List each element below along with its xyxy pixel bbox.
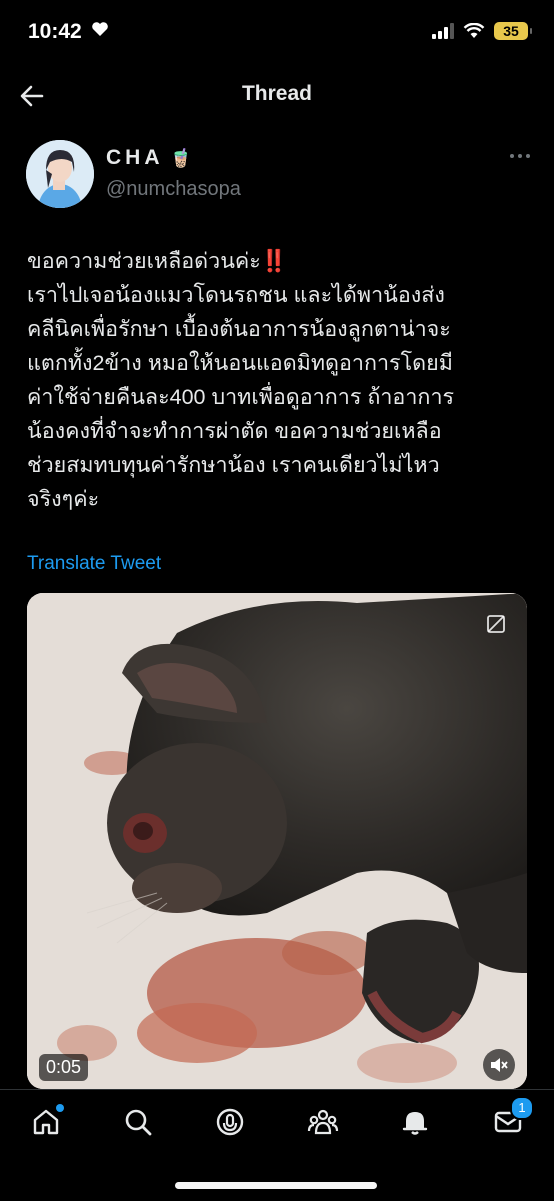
status-indicators: 35	[432, 22, 532, 40]
avatar[interactable]	[26, 140, 94, 208]
tweet-text-line: จริงๆค่ะ	[27, 487, 100, 511]
tweet-text-line: ช่วยสมทบทุนค่ารักษาน้อง เราคนเดียวไม่ไหว	[27, 453, 440, 477]
bell-icon	[402, 1112, 428, 1135]
battery-level: 35	[503, 23, 519, 39]
tweet-text-line: ค่าใช้จ่ายคืนละ400 บาทเพื่อดูอาการ ถ้าอา…	[27, 385, 455, 409]
home-notification-dot	[56, 1104, 64, 1112]
more-icon[interactable]	[510, 154, 530, 158]
mute-icon	[491, 1058, 508, 1072]
tweet-text-line: ขอความช่วยเหลือด่วนค่ะ‼️	[27, 249, 288, 273]
author-emoji: 🧋	[169, 147, 192, 168]
author-handle[interactable]: @numchasopa	[106, 178, 241, 201]
author-name[interactable]: CHA 🧋	[106, 146, 192, 170]
tab-notifications[interactable]	[399, 1106, 431, 1138]
tab-messages[interactable]: 1	[492, 1096, 534, 1138]
status-bar: 10:42 35	[0, 0, 554, 66]
search-icon	[125, 1109, 152, 1136]
tab-home[interactable]	[30, 1104, 64, 1138]
tab-spaces[interactable]	[214, 1106, 246, 1138]
tweet-text: ขอความช่วยเหลือด่วนค่ะ‼️ เราไปเจอน้องแมว…	[27, 244, 527, 516]
cellular-signal-icon	[432, 23, 454, 39]
pip-icon[interactable]	[485, 613, 507, 635]
tweet-text-line: แตกทั้ง2ข้าง หมอให้นอนแอดมิทดูอาการโดยมี	[27, 351, 453, 375]
double-exclamation-icon: ‼️	[260, 249, 288, 273]
author-name-text: CHA	[106, 146, 164, 169]
battery-icon: 35	[494, 22, 532, 40]
home-indicator[interactable]	[175, 1182, 377, 1189]
tab-search[interactable]	[122, 1106, 154, 1138]
tweet-text-line: เราไปเจอน้องแมวโดนรถชน และได้พาน้องส่ง	[27, 283, 445, 307]
video-timer: 0:05	[39, 1054, 89, 1081]
thread-header: Thread	[0, 66, 554, 124]
tab-communities[interactable]	[307, 1106, 339, 1138]
messages-badge: 1	[510, 1096, 534, 1120]
tweet-text-line: คลีนิคเพื่อรักษา เบื้องต้นอาการน้องลูกตา…	[27, 317, 451, 341]
wifi-icon	[463, 23, 485, 38]
spaces-icon	[216, 1108, 244, 1136]
video-frame	[27, 593, 527, 1089]
status-time: 10:42	[28, 20, 82, 43]
tweet-video[interactable]: 0:05	[27, 593, 527, 1089]
heart-icon	[92, 22, 108, 36]
mute-button[interactable]	[483, 1049, 515, 1081]
page-title: Thread	[241, 82, 312, 105]
tweet-author: CHA 🧋 @numchasopa	[26, 140, 536, 210]
communities-icon	[307, 1109, 339, 1135]
tweet-text-line: น้องคงที่จำจะทำการผ่าตัด ขอความช่วยเหลือ	[27, 419, 442, 443]
translate-tweet-link[interactable]: Translate Tweet	[27, 553, 161, 575]
